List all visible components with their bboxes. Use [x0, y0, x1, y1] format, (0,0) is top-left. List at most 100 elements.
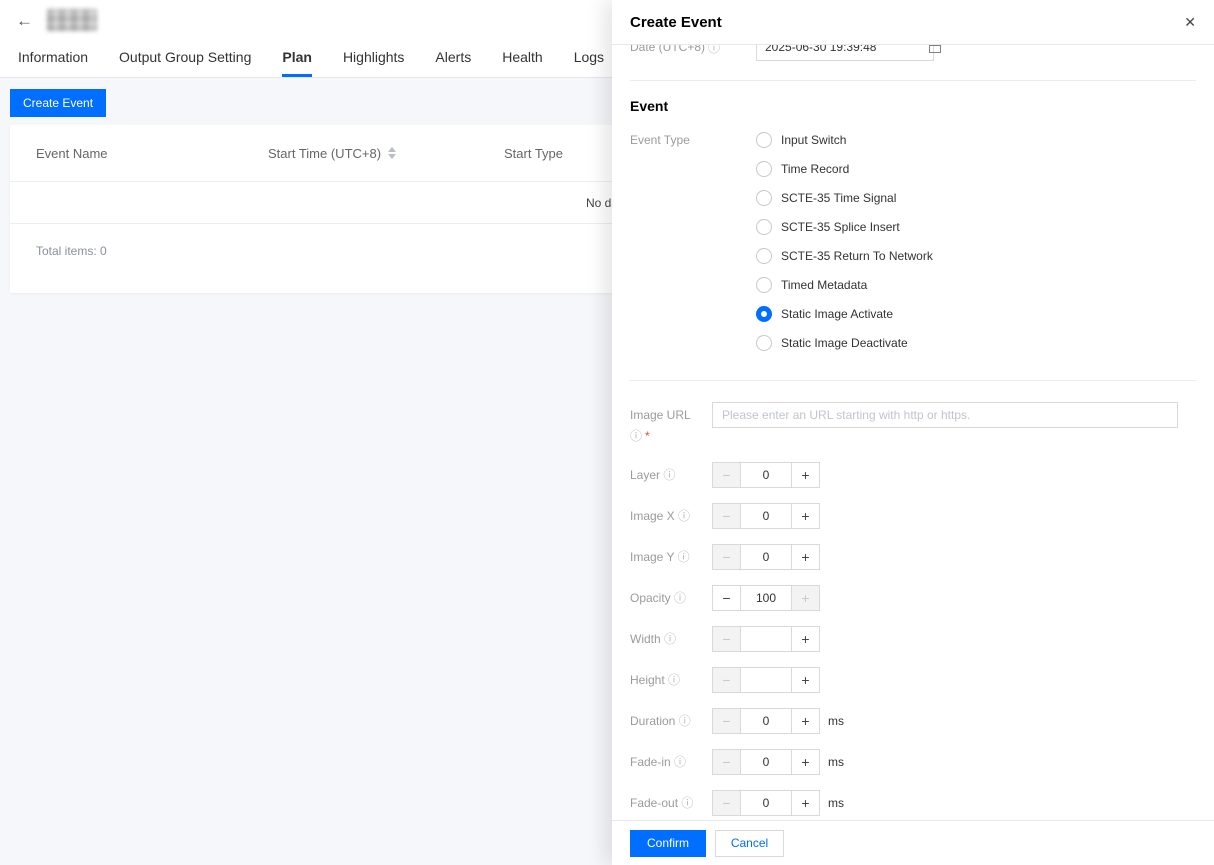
increment-button[interactable]: +	[791, 503, 820, 529]
info-icon: ⓘ	[674, 755, 686, 769]
info-icon: ⓘ	[678, 509, 690, 523]
radio-static-image-deactivate[interactable]: Static Image Deactivate	[756, 328, 933, 357]
decrement-button[interactable]: −	[712, 503, 741, 529]
fade-out-label: Fade-out ⓘ	[630, 795, 712, 811]
duration-label: Duration ⓘ	[630, 713, 712, 729]
create-event-button[interactable]: Create Event	[10, 89, 106, 117]
increment-button[interactable]: +	[791, 585, 820, 611]
increment-button[interactable]: +	[791, 667, 820, 693]
tab-plan[interactable]: Plan	[282, 49, 312, 77]
sort-icon[interactable]	[388, 147, 396, 159]
event-type-radio-group: Input Switch Time Record SCTE-35 Time Si…	[756, 125, 933, 357]
tab-health[interactable]: Health	[502, 49, 542, 77]
unit-suffix: ms	[828, 796, 844, 810]
image-y-label: Image Y ⓘ	[630, 549, 712, 565]
radio-scte35-time-signal[interactable]: SCTE-35 Time Signal	[756, 183, 933, 212]
unit-suffix: ms	[828, 755, 844, 769]
tab-information[interactable]: Information	[18, 49, 88, 77]
column-header-start-time[interactable]: Start Time (UTC+8)	[268, 146, 504, 161]
info-icon: ⓘ	[674, 591, 686, 605]
radio-icon[interactable]	[756, 219, 772, 235]
column-header-start-time-label: Start Time (UTC+8)	[268, 146, 381, 161]
fade-out-stepper: − +	[712, 790, 820, 816]
decrement-button[interactable]: −	[712, 749, 741, 775]
drawer-header: Create Event ✕	[612, 0, 1214, 45]
fade-out-input[interactable]	[741, 790, 791, 816]
decrement-button[interactable]: −	[712, 462, 741, 488]
info-icon: ⓘ	[681, 796, 693, 810]
height-input[interactable]	[741, 667, 791, 693]
height-stepper: − +	[712, 667, 820, 693]
radio-icon[interactable]	[756, 248, 772, 264]
fade-in-input[interactable]	[741, 749, 791, 775]
decrement-button[interactable]: −	[712, 544, 741, 570]
radio-label: SCTE-35 Time Signal	[781, 191, 896, 205]
calendar-icon[interactable]	[928, 45, 942, 54]
image-x-input[interactable]	[741, 503, 791, 529]
divider	[630, 80, 1196, 81]
increment-button[interactable]: +	[791, 544, 820, 570]
back-arrow-icon[interactable]: ←	[16, 12, 33, 29]
radio-icon[interactable]	[756, 335, 772, 351]
event-type-label-text: Event Type	[630, 133, 690, 147]
drawer-body: Date (UTC+8) ⓘ Event Event Type	[612, 45, 1214, 820]
info-icon: ⓘ	[668, 673, 680, 687]
close-icon[interactable]: ✕	[1184, 14, 1196, 31]
decrement-button[interactable]: −	[712, 667, 741, 693]
increment-button[interactable]: +	[791, 626, 820, 652]
field-date: Date (UTC+8) ⓘ	[630, 45, 1196, 61]
image-url-input[interactable]	[712, 402, 1178, 428]
field-width: Width ⓘ − +	[630, 626, 1196, 652]
redacted-channel-title	[47, 9, 97, 31]
width-input[interactable]	[741, 626, 791, 652]
decrement-button[interactable]: −	[712, 790, 741, 816]
radio-label: Timed Metadata	[781, 278, 867, 292]
date-input[interactable]	[757, 45, 928, 54]
decrement-button[interactable]: −	[712, 585, 741, 611]
tab-logs[interactable]: Logs	[574, 49, 604, 77]
radio-time-record[interactable]: Time Record	[756, 154, 933, 183]
radio-icon[interactable]	[756, 161, 772, 177]
width-label: Width ⓘ	[630, 631, 712, 647]
total-items-text: Total items: 0	[36, 244, 107, 258]
increment-button[interactable]: +	[791, 790, 820, 816]
info-icon: ⓘ	[663, 468, 675, 482]
radio-icon[interactable]	[756, 190, 772, 206]
duration-stepper: − +	[712, 708, 820, 734]
image-y-input[interactable]	[741, 544, 791, 570]
height-label: Height ⓘ	[630, 672, 712, 688]
decrement-button[interactable]: −	[712, 708, 741, 734]
duration-input[interactable]	[741, 708, 791, 734]
opacity-input[interactable]	[741, 585, 791, 611]
increment-button[interactable]: +	[791, 462, 820, 488]
radio-input-switch[interactable]: Input Switch	[756, 125, 933, 154]
layer-input[interactable]	[741, 462, 791, 488]
field-fade-in: Fade-in ⓘ − + ms	[630, 749, 1196, 775]
tab-highlights[interactable]: Highlights	[343, 49, 404, 77]
radio-label: Static Image Activate	[781, 307, 893, 321]
field-fade-out: Fade-out ⓘ − + ms	[630, 790, 1196, 816]
increment-button[interactable]: +	[791, 708, 820, 734]
field-layer: Layer ⓘ − +	[630, 462, 1196, 488]
info-icon: ⓘ	[679, 714, 691, 728]
fade-in-label: Fade-in ⓘ	[630, 754, 712, 770]
layer-stepper: − +	[712, 462, 820, 488]
radio-selected-icon[interactable]	[756, 306, 772, 322]
radio-timed-metadata[interactable]: Timed Metadata	[756, 270, 933, 299]
date-picker[interactable]	[756, 45, 934, 61]
radio-icon[interactable]	[756, 277, 772, 293]
tab-alerts[interactable]: Alerts	[435, 49, 471, 77]
radio-scte35-return-to-network[interactable]: SCTE-35 Return To Network	[756, 241, 933, 270]
drawer-footer: Confirm Cancel	[612, 820, 1214, 865]
radio-label: SCTE-35 Splice Insert	[781, 220, 900, 234]
radio-scte35-splice-insert[interactable]: SCTE-35 Splice Insert	[756, 212, 933, 241]
radio-static-image-activate[interactable]: Static Image Activate	[756, 299, 933, 328]
decrement-button[interactable]: −	[712, 626, 741, 652]
required-mark: *	[645, 429, 650, 443]
cancel-button[interactable]: Cancel	[715, 830, 784, 857]
increment-button[interactable]: +	[791, 749, 820, 775]
tab-output-group-setting[interactable]: Output Group Setting	[119, 49, 251, 77]
radio-icon[interactable]	[756, 132, 772, 148]
opacity-label: Opacity ⓘ	[630, 590, 712, 606]
confirm-button[interactable]: Confirm	[630, 830, 706, 857]
